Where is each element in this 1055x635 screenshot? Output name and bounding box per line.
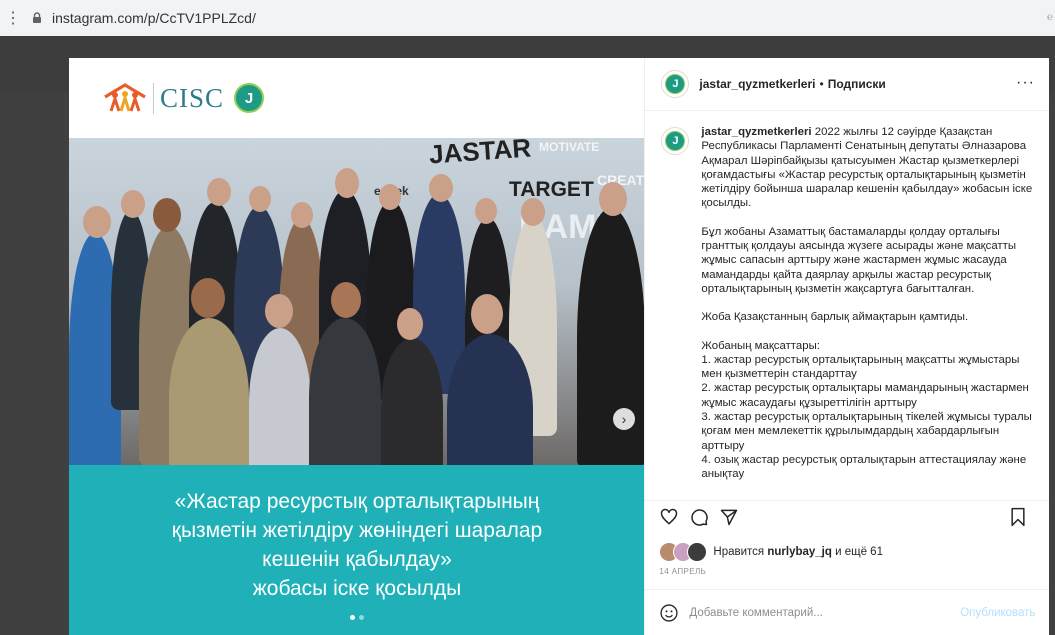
person-head [83,206,111,238]
wall-word: JASTAR [428,138,532,170]
post-modal: CISC J JASTAR MOTIVATE TARGET eŋbek CREA… [69,58,1050,635]
comment-icon[interactable] [689,507,709,527]
group-photo: JASTAR MOTIVATE TARGET eŋbek CREATI DAMU [69,138,645,465]
carousel-dot [359,615,364,620]
person-head [521,198,545,226]
wall-word: MOTIVATE [539,140,600,154]
likes-row[interactable]: Нравится nurlybay_jq и ещё 61 [659,542,883,562]
slide-caption-line: жобасы іске қосылды [252,577,462,600]
liker-avatar [687,542,708,562]
more-icon[interactable]: ··· [1016,74,1035,92]
send-icon[interactable] [719,507,739,527]
post-actions [645,500,1050,532]
person-head [331,282,361,318]
person-figure [309,318,381,465]
separator-dot: • [819,77,824,91]
person-head [429,174,453,202]
person-head [121,190,145,218]
person-head [475,198,497,224]
url-text[interactable]: instagram.com/p/CcTV1PPLZcd/ [52,10,256,26]
cisc-logo: CISC [103,82,224,114]
tab-strip-edge-icon: ⋮ [5,10,21,27]
wall-word: TARGET [509,178,594,201]
bookmark-icon[interactable] [1009,507,1027,527]
person-head [397,308,423,340]
person-figure [381,338,443,465]
slide-caption-panel: «Жастар ресурстық орталықтарының қызметі… [69,465,645,635]
likes-suffix[interactable]: и ещё 61 [832,546,883,558]
publish-button[interactable]: Опубликовать [960,607,1035,619]
person-figure [169,318,249,465]
caption-text: 2022 жылғы 12 сәуірде Қазақстан Республи… [701,126,1033,210]
person-head [265,294,293,328]
person-head [291,202,313,228]
comment-composer: Добавьте комментарий... Опубликовать [645,589,1050,635]
address-bar[interactable]: instagram.com/p/CcTV1PPLZcd/ [30,6,1050,30]
caption-username[interactable]: jastar_qyzmetkerleri [701,126,811,138]
carousel-dots [69,607,644,625]
media-logo-header: CISC J [69,58,644,138]
cisc-logo-text: CISC [153,82,224,114]
avatar[interactable]: J [661,70,690,98]
caption-paragraph: Жоба Қазақстанның барлық аймақтарын қамт… [701,311,969,324]
house-people-logo-icon [104,83,146,112]
likes-user[interactable]: nurlybay_jq [767,546,832,558]
person-figure [249,328,311,465]
slide-caption-line: «Жастар ресурстық орталықтарының [174,490,540,513]
person-head [207,178,231,206]
person-head [335,168,359,198]
heart-icon[interactable] [659,507,679,527]
jastar-logo-icon: J [234,83,265,113]
chevron-right-icon[interactable]: › [613,408,635,430]
post-media[interactable]: CISC J JASTAR MOTIVATE TARGET eŋbek CREA… [69,58,645,635]
person-head [471,294,503,334]
lock-icon[interactable] [30,11,44,25]
caption-paragraph: Жобаның мақсаттары: 1. жастар ресурстық … [701,339,1032,481]
caption-paragraph: Бұл жобаны Азаматтық бастамаларды қолдау… [701,225,1017,295]
person-head [599,182,627,216]
post-date[interactable]: 14 АПРЕЛЬ [659,567,706,576]
post-header: J jastar_qyzmetkerleri • Подписки ··· [645,58,1049,111]
post-caption: jastar_qyzmetkerleri 2022 жылғы 12 сәуір… [701,125,1033,495]
caption-paragraph: jastar_qyzmetkerleri 2022 жылғы 12 сәуір… [701,125,1033,211]
slide-caption-line: кешенін қабылдау» [262,548,452,571]
person-head [191,278,225,318]
person-head [153,198,181,232]
browser-toolbar: ⋮ instagram.com/p/CcTV1PPLZcd/ ℮ [0,0,1055,37]
post-author-username[interactable]: jastar_qyzmetkerleri [699,77,815,91]
person-head [379,184,401,210]
emoji-icon[interactable] [659,603,679,623]
following-button[interactable]: Подписки [828,77,886,91]
window-edge-icon: ℮ [1046,12,1053,23]
caption-scroll-area[interactable]: J jastar_qyzmetkerleri 2022 жылғы 12 сәу… [645,111,1049,495]
slide-caption-line: қызметін жетілдіру жөніндегі шаралар [171,519,543,542]
person-figure [577,208,645,465]
likes-prefix: Нравится [713,546,768,558]
person-head [249,186,271,212]
carousel-dot-active [350,615,355,620]
post-sidebar: J jastar_qyzmetkerleri • Подписки ··· J … [644,58,1050,635]
comment-input[interactable]: Добавьте комментарий... [689,607,960,619]
avatar[interactable]: J [661,127,690,155]
